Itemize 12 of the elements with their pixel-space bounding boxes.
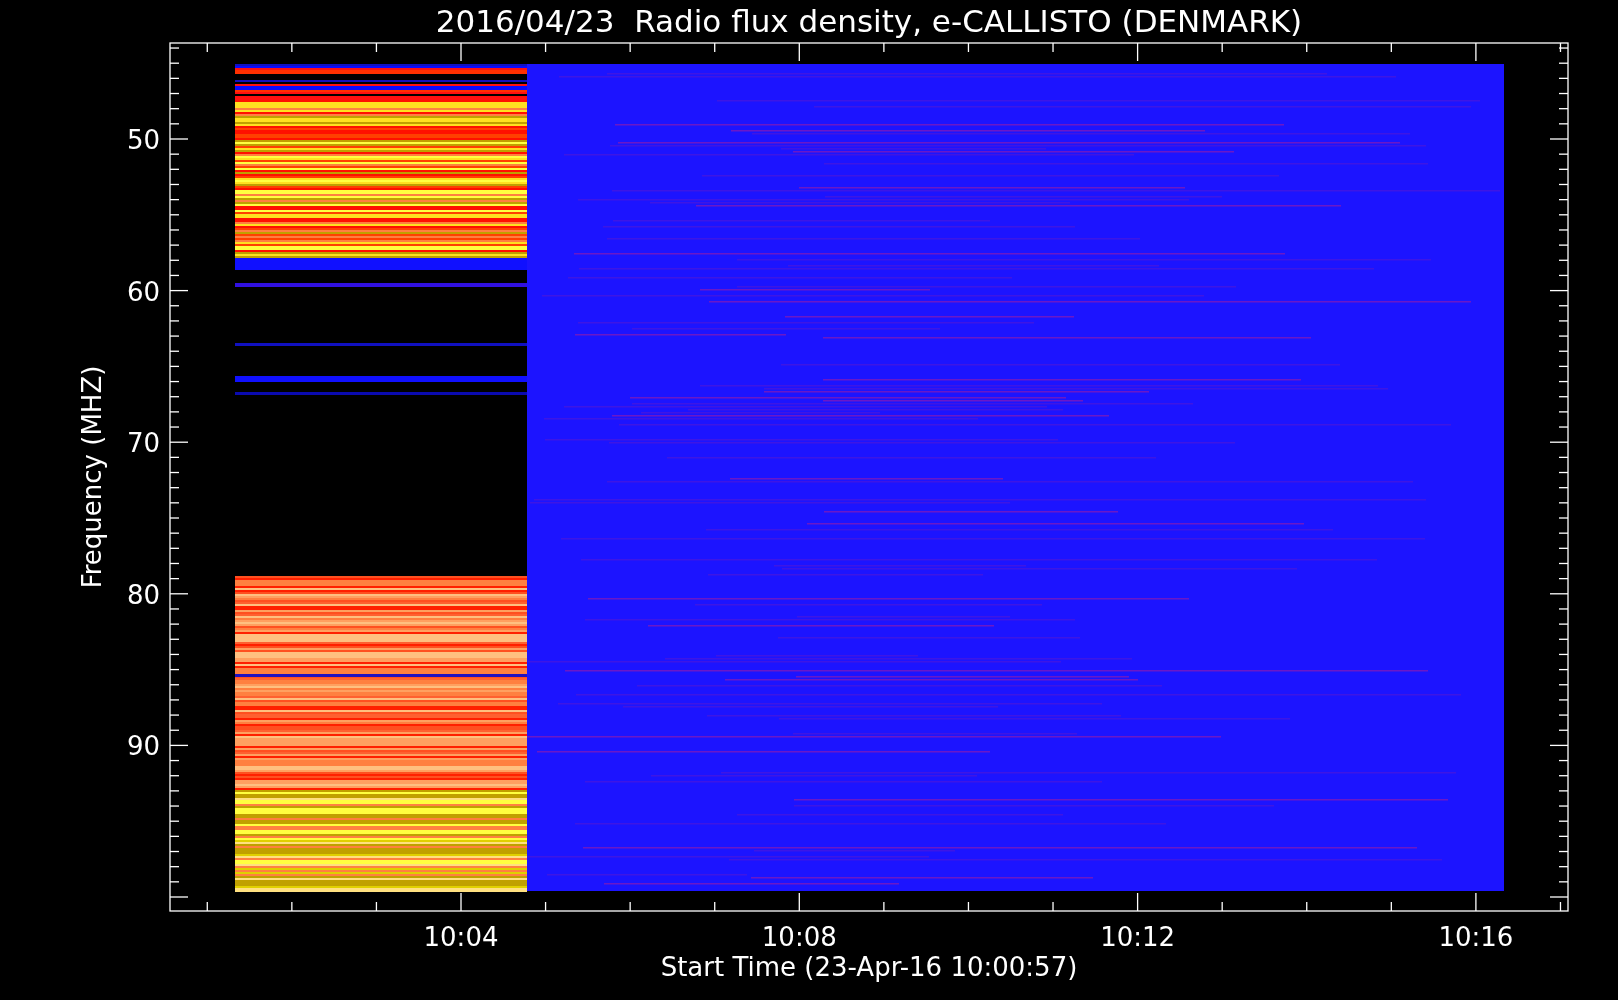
axis-label: Frequency (MHZ) <box>77 365 107 589</box>
tick-label: 10:16 <box>1438 922 1514 952</box>
tick-label: 90 <box>126 731 160 762</box>
plot-title: 2016/04/23 Radio flux density, e-CALLISTO (DENMARK) <box>435 3 1303 39</box>
axis-label: Start Time (23-Apr-16 10:00:57) <box>660 952 1078 982</box>
tick-label: 10:04 <box>423 922 499 952</box>
tick-label: 10:08 <box>761 922 837 952</box>
tick-label: 50 <box>126 125 160 155</box>
tick-label: 10:12 <box>1100 922 1176 952</box>
tick-label: 70 <box>126 428 160 459</box>
tick-label: 80 <box>126 579 160 610</box>
tick-label: 60 <box>126 276 160 307</box>
